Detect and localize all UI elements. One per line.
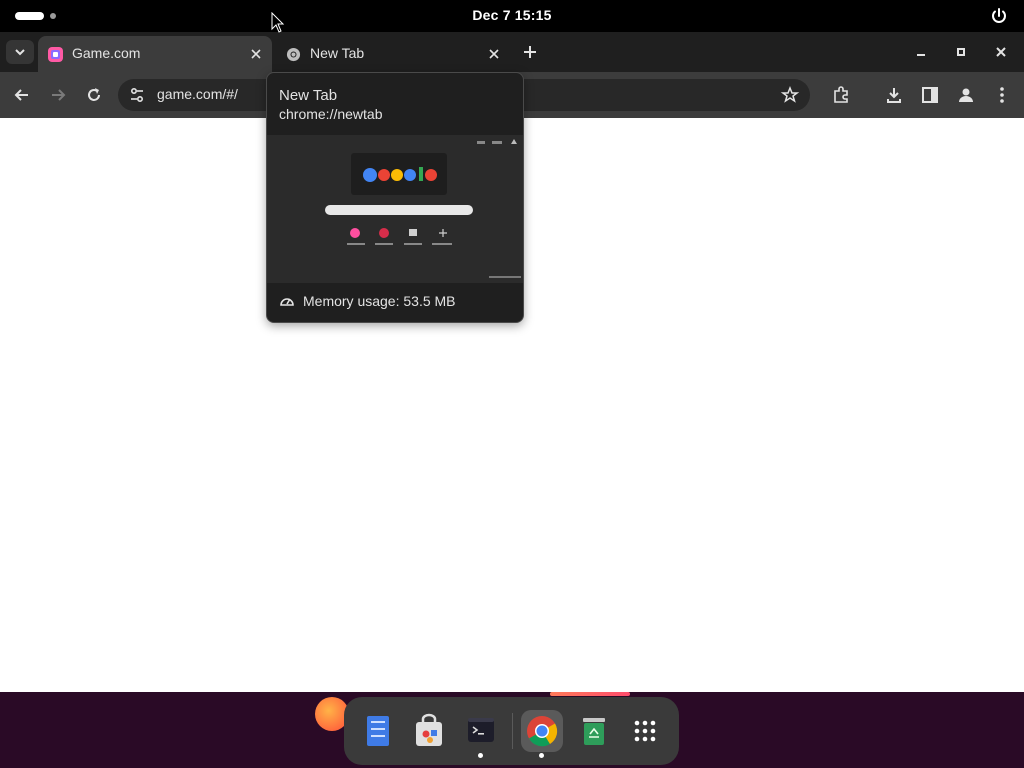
close-tab-icon[interactable] <box>487 47 501 61</box>
tab-newtab[interactable]: New Tab <box>276 36 510 72</box>
back-arrow-icon[interactable] <box>12 85 32 105</box>
new-tab-preview-image <box>267 135 523 283</box>
bookmark-star-icon[interactable] <box>780 85 800 105</box>
close-window-icon[interactable] <box>993 44 1009 60</box>
extensions-icon[interactable] <box>831 85 851 105</box>
chrome-icon <box>286 47 301 62</box>
tab-title: New Tab <box>310 45 365 61</box>
chevron-down-icon <box>15 49 25 56</box>
memory-usage-text: Memory usage: 53.5 MB <box>303 293 456 309</box>
site-settings-icon[interactable] <box>127 85 147 105</box>
menu-kebab-icon[interactable] <box>992 85 1012 105</box>
dock-files[interactable] <box>357 710 399 752</box>
profile-icon[interactable] <box>956 85 976 105</box>
download-icon[interactable] <box>884 85 904 105</box>
software-store-icon <box>416 713 442 746</box>
side-panel-icon[interactable] <box>920 85 940 105</box>
hover-card-title: New Tab <box>279 87 338 104</box>
running-indicator <box>478 753 483 758</box>
running-indicator <box>539 753 544 758</box>
terminal-icon <box>468 718 494 742</box>
power-icon[interactable] <box>990 7 1008 25</box>
tab-strip: Game.com New Tab <box>0 32 1024 72</box>
maximize-icon[interactable] <box>953 44 969 60</box>
forward-arrow-icon[interactable] <box>48 85 68 105</box>
mouse-cursor-icon <box>271 12 285 33</box>
files-icon <box>367 716 389 746</box>
url-text[interactable]: game.com/#/ <box>157 86 238 102</box>
tab-game[interactable]: Game.com <box>38 36 272 72</box>
close-tab-icon[interactable] <box>249 47 263 61</box>
dock-highlight <box>550 692 630 696</box>
tab-hover-card: New Tab chrome://newtab Memory usage: 53… <box>266 72 524 323</box>
top-bar: Dec 7 15:15 <box>0 0 1024 32</box>
tab-search-button[interactable] <box>6 40 34 64</box>
tab-title: Game.com <box>72 45 141 61</box>
reload-icon[interactable] <box>84 85 104 105</box>
dock-software[interactable] <box>408 710 450 752</box>
trash-icon <box>583 718 605 745</box>
clock[interactable]: Dec 7 15:15 <box>0 7 1024 23</box>
app-grid-icon <box>634 720 656 742</box>
minimize-icon[interactable] <box>913 44 929 60</box>
dock-app-grid[interactable] <box>624 710 666 752</box>
dock-chrome[interactable] <box>521 710 563 758</box>
dock-terminal[interactable] <box>460 710 502 758</box>
dock <box>344 697 679 765</box>
dock-trash[interactable] <box>573 710 615 752</box>
game-favicon-icon <box>48 47 63 62</box>
tab-preview-thumbnail <box>267 135 523 283</box>
new-tab-plus-icon[interactable] <box>520 42 540 62</box>
memory-gauge-icon <box>280 298 294 306</box>
dock-separator <box>512 713 513 749</box>
chrome-icon <box>527 716 558 747</box>
hover-card-url: chrome://newtab <box>279 106 383 122</box>
